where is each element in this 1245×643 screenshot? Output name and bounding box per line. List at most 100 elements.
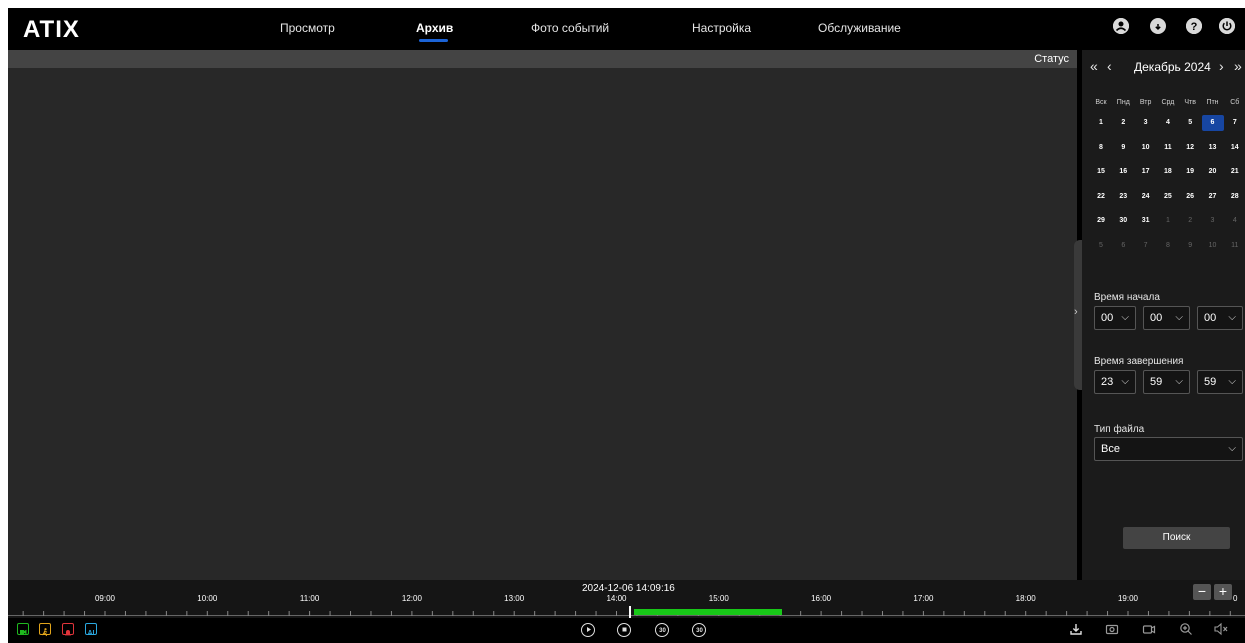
calendar-day[interactable]: 4 xyxy=(1157,115,1179,131)
weekday-label: Втр xyxy=(1139,99,1152,106)
calendar-day[interactable]: 20 xyxy=(1202,164,1224,180)
snapshot-icon[interactable] xyxy=(1104,622,1120,637)
nav-active-indicator xyxy=(419,39,448,42)
calendar-day[interactable]: 2 xyxy=(1179,213,1201,229)
calendar-day[interactable]: 5 xyxy=(1090,238,1112,254)
user-icon[interactable] xyxy=(1113,18,1129,34)
motion-record-icon[interactable] xyxy=(39,623,51,637)
svg-text:?: ? xyxy=(1191,21,1198,33)
calendar-day[interactable]: 9 xyxy=(1179,238,1201,254)
nav-archive[interactable]: Архив xyxy=(416,21,453,35)
continuous-record-icon[interactable] xyxy=(17,623,29,635)
weekday-label: Пнд xyxy=(1116,99,1130,106)
end-second-select[interactable]: 59 ⌵ xyxy=(1197,370,1243,394)
start-hour-select[interactable]: 00 ⌵ xyxy=(1094,306,1136,330)
recording-segment[interactable] xyxy=(634,609,782,615)
bottom-toolbar: AI 30 30 xyxy=(8,618,1245,643)
calendar-day[interactable]: 10 xyxy=(1135,140,1157,156)
calendar-day[interactable]: 29 xyxy=(1090,213,1112,229)
digital-zoom-icon[interactable] xyxy=(1178,622,1194,637)
calendar-day[interactable]: 25 xyxy=(1157,189,1179,205)
calendar-day[interactable]: 3 xyxy=(1202,213,1224,229)
calendar-day[interactable]: 11 xyxy=(1157,140,1179,156)
calendar-day[interactable]: 30 xyxy=(1112,213,1134,229)
calendar-day[interactable]: 31 xyxy=(1135,213,1157,229)
timeline-ticks xyxy=(8,611,1245,616)
calendar-day[interactable]: 28 xyxy=(1224,189,1245,205)
weekday-label: Птн xyxy=(1206,99,1219,106)
calendar-day[interactable]: 11 xyxy=(1224,238,1245,254)
calendar-day[interactable]: 26 xyxy=(1179,189,1201,205)
calendar-day[interactable]: 1 xyxy=(1090,115,1112,131)
download-cloud-icon[interactable] xyxy=(1150,18,1166,34)
calendar-day[interactable]: 6 xyxy=(1112,238,1134,254)
chevron-right-icon: › xyxy=(1074,306,1078,318)
calendar-day[interactable]: 27 xyxy=(1202,189,1224,205)
search-button[interactable]: Поиск xyxy=(1123,527,1230,549)
weekday-label: Вск xyxy=(1095,99,1107,106)
calendar-day[interactable]: 5 xyxy=(1179,115,1201,131)
mute-icon[interactable] xyxy=(1213,622,1229,637)
next-year-icon[interactable]: » xyxy=(1234,58,1242,74)
calendar-day[interactable]: 17 xyxy=(1135,164,1157,180)
alarm-record-icon[interactable] xyxy=(62,623,74,636)
timeline-hour-label: 17:00 xyxy=(913,594,934,603)
calendar-day[interactable]: 6 xyxy=(1201,115,1224,131)
help-icon[interactable]: ? xyxy=(1186,18,1202,34)
calendar-day[interactable]: 22 xyxy=(1090,189,1112,205)
calendar-day[interactable]: 3 xyxy=(1135,115,1157,131)
calendar-day[interactable]: 15 xyxy=(1090,164,1112,180)
end-minute-select[interactable]: 59 ⌵ xyxy=(1143,370,1190,394)
ai-record-icon[interactable]: AI xyxy=(85,623,97,637)
calendar-day[interactable]: 10 xyxy=(1202,238,1224,254)
calendar-day[interactable]: 19 xyxy=(1179,164,1201,180)
file-type-select[interactable]: Все ⌵ xyxy=(1094,437,1243,461)
next-month-icon[interactable]: › xyxy=(1219,58,1224,74)
calendar-day[interactable]: 14 xyxy=(1224,140,1245,156)
calendar-day[interactable]: 21 xyxy=(1224,164,1245,180)
nav-view[interactable]: Просмотр xyxy=(280,21,335,35)
calendar-day[interactable]: 4 xyxy=(1224,213,1245,229)
calendar-day[interactable]: 7 xyxy=(1135,238,1157,254)
panel-collapse-handle[interactable]: › xyxy=(1074,240,1082,390)
power-icon[interactable] xyxy=(1219,18,1235,34)
record-clip-icon[interactable] xyxy=(1141,622,1157,637)
zoom-in-button[interactable]: + xyxy=(1214,584,1232,600)
video-player[interactable] xyxy=(8,68,1077,580)
timeline-cursor[interactable] xyxy=(629,606,631,618)
atix-logo: ATIX xyxy=(23,17,123,41)
calendar-day[interactable]: 18 xyxy=(1157,164,1179,180)
nav-event-photos[interactable]: Фото событий xyxy=(531,21,609,35)
calendar-day[interactable]: 8 xyxy=(1090,140,1112,156)
calendar-day[interactable]: 2 xyxy=(1112,115,1134,131)
forward-30s-icon[interactable]: 30 xyxy=(692,623,706,637)
zoom-out-button[interactable]: − xyxy=(1193,584,1211,600)
calendar-month-title: Декабрь 2024 xyxy=(1134,60,1211,74)
top-nav: ATIX Просмотр Архив Фото событий Настрой… xyxy=(8,8,1245,49)
download-icon[interactable] xyxy=(1068,622,1084,637)
prev-year-icon[interactable]: « xyxy=(1090,58,1098,74)
nav-settings[interactable]: Настройка xyxy=(692,21,751,35)
prev-month-icon[interactable]: ‹ xyxy=(1107,58,1112,74)
calendar-day[interactable]: 12 xyxy=(1179,140,1201,156)
calendar-day[interactable]: 8 xyxy=(1157,238,1179,254)
calendar-day[interactable]: 13 xyxy=(1202,140,1224,156)
nav-maintenance[interactable]: Обслуживание xyxy=(818,21,901,35)
stop-icon[interactable] xyxy=(617,623,631,637)
play-icon[interactable] xyxy=(581,623,595,637)
weekday-label: Сб xyxy=(1230,99,1240,106)
calendar-day[interactable]: 23 xyxy=(1112,189,1134,205)
timeline-edge-label: 0 xyxy=(1233,594,1238,603)
video-status-bar: Статус xyxy=(8,50,1077,68)
start-minute-select[interactable]: 00 ⌵ xyxy=(1143,306,1190,330)
calendar-day[interactable]: 24 xyxy=(1135,189,1157,205)
status-label[interactable]: Статус xyxy=(1034,53,1069,65)
timeline[interactable]: 2024-12-06 14:09:16 − + 0 09:00 10:00 11:0… xyxy=(8,580,1245,618)
rewind-30s-icon[interactable]: 30 xyxy=(655,623,669,637)
calendar-day[interactable]: 1 xyxy=(1157,213,1179,229)
calendar-day[interactable]: 7 xyxy=(1224,115,1245,131)
start-second-select[interactable]: 00 ⌵ xyxy=(1197,306,1243,330)
calendar-day[interactable]: 9 xyxy=(1112,140,1134,156)
end-hour-select[interactable]: 23 ⌵ xyxy=(1094,370,1136,394)
calendar-day[interactable]: 16 xyxy=(1112,164,1134,180)
